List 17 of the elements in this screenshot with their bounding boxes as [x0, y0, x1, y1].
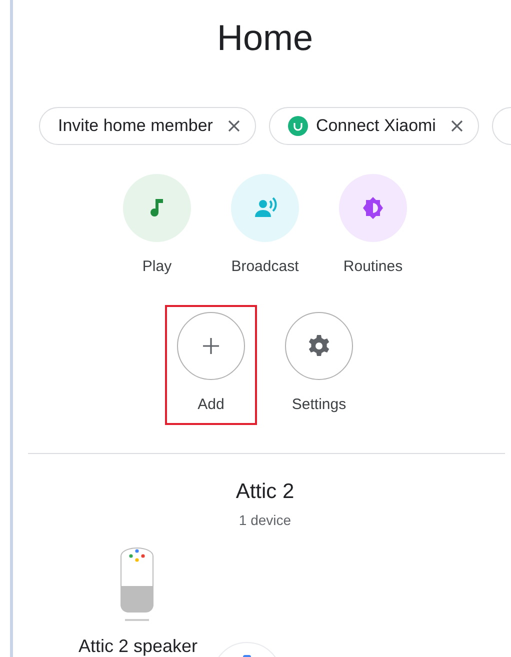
action-label: Add — [198, 396, 224, 413]
settings-icon — [307, 334, 331, 358]
sun-badge-icon — [361, 196, 385, 220]
suggestion-chip[interactable]: Invite home member — [39, 107, 256, 145]
page-title: Home — [216, 16, 314, 60]
action-label: Settings — [292, 396, 346, 413]
suggestion-chip[interactable]: Connect Xiaomi — [268, 107, 479, 145]
close-icon — [450, 119, 464, 133]
action-label: Play — [142, 258, 172, 275]
action-label: Broadcast — [231, 258, 299, 275]
close-icon — [226, 119, 241, 133]
room-title: Attic 2 — [234, 480, 296, 504]
device-name[interactable]: Attic 2 speaker — [78, 636, 198, 657]
action-label: Routines — [343, 258, 403, 275]
app-logo-icon — [288, 116, 308, 136]
broadcast-icon — [253, 196, 277, 220]
device-count: 1 device — [238, 512, 292, 528]
